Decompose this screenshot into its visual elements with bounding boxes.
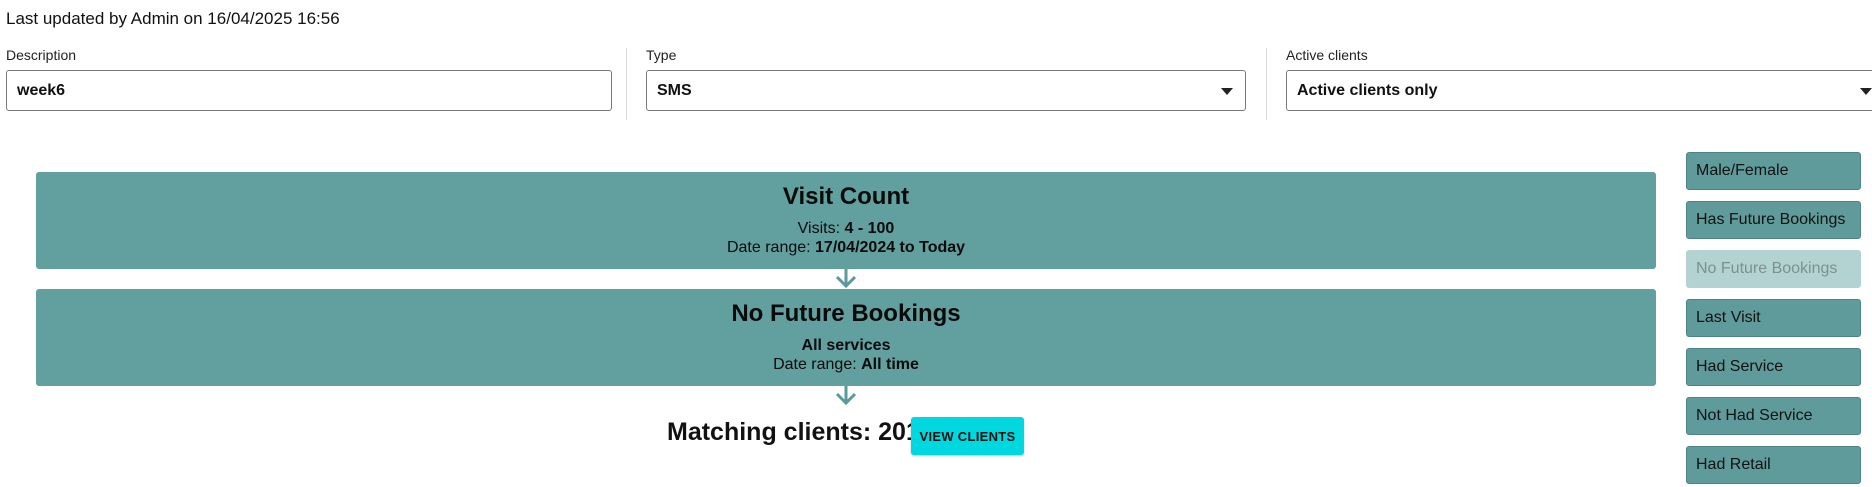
arrow-down-icon — [835, 386, 857, 405]
step-detail-label: Visits: — [797, 220, 845, 237]
step-card-no-future-bookings[interactable]: No Future Bookings All services Date ran… — [36, 289, 1656, 386]
filter-button-male-female[interactable]: Male/Female — [1686, 152, 1861, 190]
chevron-down-icon — [1221, 88, 1233, 95]
step-detail-line: Date range: 17/04/2024 to Today — [36, 238, 1656, 257]
type-label: Type — [646, 47, 677, 63]
type-select[interactable]: SMS — [646, 70, 1246, 111]
field-divider — [626, 48, 627, 120]
step-detail-line: Date range: All time — [36, 355, 1656, 374]
description-input[interactable] — [17, 81, 601, 100]
active-clients-label: Active clients — [1286, 47, 1368, 63]
filter-button-last-visit[interactable]: Last Visit — [1686, 299, 1861, 337]
filter-button-not-had-service[interactable]: Not Had Service — [1686, 397, 1861, 435]
step-detail-value: All time — [861, 356, 919, 373]
filter-button-had-service[interactable]: Had Service — [1686, 348, 1861, 386]
type-select-value: SMS — [657, 81, 692, 99]
step-detail-label: Date range: — [773, 356, 862, 373]
description-field[interactable] — [6, 70, 612, 111]
filter-button-no-future-bookings: No Future Bookings — [1686, 250, 1861, 288]
step-title: No Future Bookings — [731, 300, 961, 327]
step-card-visit-count[interactable]: Visit Count Visits: 4 - 100 Date range: … — [36, 172, 1656, 269]
active-clients-select-value: Active clients only — [1297, 81, 1438, 99]
step-detail-value: All services — [801, 337, 891, 354]
chevron-down-icon — [1860, 88, 1872, 95]
active-clients-select[interactable]: Active clients only — [1286, 70, 1872, 111]
arrow-down-icon — [835, 269, 857, 288]
view-clients-button[interactable]: VIEW CLIENTS — [911, 417, 1024, 455]
active-clients-field-group: Active clients Active clients only — [1286, 47, 1872, 111]
description-field-group: Description — [6, 47, 612, 111]
field-divider — [1266, 48, 1267, 120]
description-label: Description — [6, 47, 77, 63]
type-field-group: Type SMS — [646, 47, 1246, 111]
step-title: Visit Count — [782, 183, 910, 210]
step-detail-value: 17/04/2024 to Today — [815, 239, 966, 256]
matching-clients-count: Matching clients: 201 — [667, 418, 920, 446]
step-detail-label: Date range: — [726, 239, 816, 256]
step-detail-value: 4 - 100 — [844, 220, 895, 237]
last-updated-text: Last updated by Admin on 16/04/2025 16:5… — [6, 9, 340, 28]
filter-button-had-retail[interactable]: Had Retail — [1686, 446, 1861, 484]
step-detail-line: All services — [36, 336, 1656, 355]
filter-button-has-future-bookings[interactable]: Has Future Bookings — [1686, 201, 1861, 239]
step-detail-line: Visits: 4 - 100 — [36, 219, 1656, 238]
